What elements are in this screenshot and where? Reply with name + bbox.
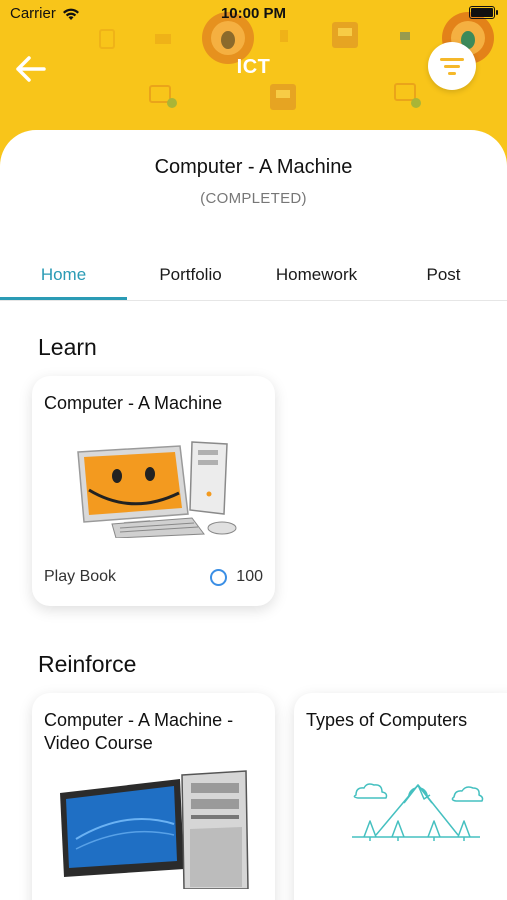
status-bar: Carrier 10:00 PM [0,0,507,28]
score-indicator: 100 [210,568,263,586]
reinforce-section-title: Reinforce [38,651,137,677]
card-title: Types of Computers [306,710,468,730]
tab-home[interactable]: Home [0,250,127,300]
filter-button[interactable] [428,42,476,90]
score-value: 100 [236,568,263,585]
battery-icon [469,6,498,19]
desktop-computer-illustration [60,770,249,889]
play-book-label: Play Book [44,568,117,585]
chapter-status: (COMPLETED) [200,190,307,207]
tab-portfolio[interactable]: Portfolio [127,250,254,300]
reinforce-card-video-course[interactable]: Computer - A Machine - Video Course [32,693,275,900]
tab-post[interactable]: Post [380,250,507,300]
active-tab-indicator [0,297,127,300]
card-title: Computer - A Machine - Video Course [44,710,234,753]
progress-ring-icon [210,568,228,586]
reinforce-card-types-of-computers[interactable]: Types of Computers [294,693,507,900]
smiley-computer-illustration [77,441,237,538]
status-time: 10:00 PM [220,5,287,22]
learn-card-computer-a-machine[interactable]: Computer - A Machine Play Book 100 [32,376,275,606]
tab-bar: Home Portfolio Homework Post [0,250,507,301]
card-title: Computer - A Machine [44,393,223,413]
filter-icon [440,58,464,75]
chapter-title: Computer - A Machine [154,156,353,178]
tab-homework[interactable]: Homework [253,250,380,300]
mountain-placeholder-illustration [352,783,484,841]
learn-section-title: Learn [38,334,97,360]
